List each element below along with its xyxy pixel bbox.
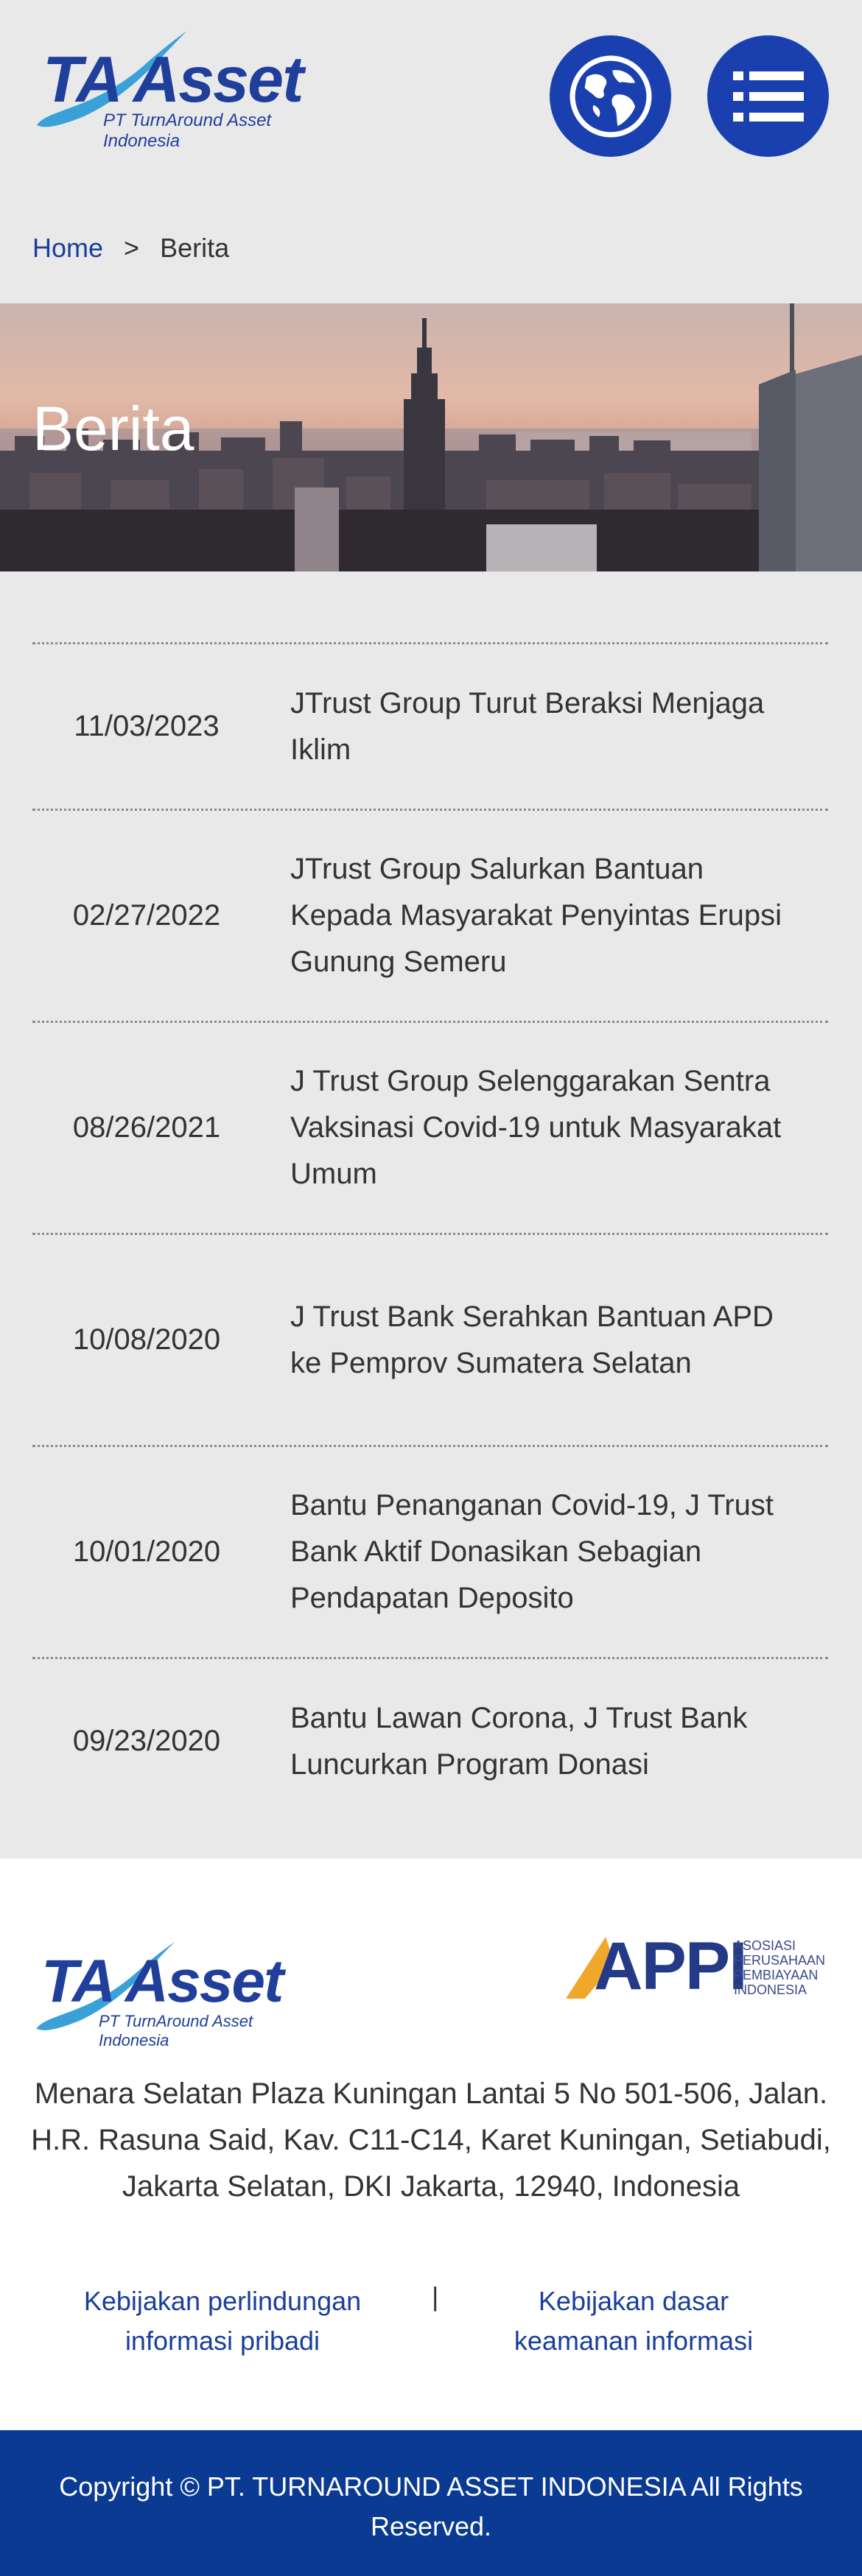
- security-policy-link[interactable]: Kebijakan dasar keamanan informasi: [479, 2281, 788, 2361]
- page-title: Berita: [32, 394, 195, 463]
- news-date: 08/26/2021: [72, 1111, 221, 1144]
- appi-subtitle: ASOSIASI PERUSAHAAN PEMBIAYAAN INDONESIA: [734, 1938, 825, 1997]
- copyright-text: Copyright © PT. TURNAROUND ASSET INDONES…: [59, 2471, 803, 2541]
- breadcrumb-separator: >: [124, 233, 140, 263]
- footer-logo[interactable]: TA Asset PT TurnAround Asset Indonesia: [32, 1929, 312, 2049]
- news-item[interactable]: 11/03/2023 JTrust Group Turut Beraksi Me…: [32, 642, 828, 809]
- breadcrumb: Home > Berita: [32, 233, 229, 264]
- site-logo[interactable]: TA Asset PT TurnAround Asset Indonesia: [32, 22, 327, 151]
- logo-tagline: PT TurnAround Asset Indonesia: [103, 110, 272, 151]
- logo-brand-text: TA Asset: [43, 43, 304, 116]
- news-date: 09/23/2020: [72, 1725, 221, 1757]
- company-address: Menara Selatan Plaza Kuningan Lantai 5 N…: [31, 2077, 831, 2203]
- news-date: 02/27/2022: [72, 899, 221, 932]
- news-title-link[interactable]: J Trust Bank Serahkan Bantuan APD ke Pem…: [290, 1294, 806, 1387]
- menu-list-icon: [732, 71, 804, 122]
- copyright-bar: Copyright © PT. TURNAROUND ASSET INDONES…: [0, 2430, 862, 2576]
- language-button[interactable]: [550, 35, 671, 157]
- privacy-policy-link[interactable]: Kebijakan perlindungan informasi pribadi: [68, 2281, 377, 2361]
- logo-brand-text: TA Asset: [41, 1948, 284, 2015]
- news-title-link[interactable]: Bantu Lawan Corona, J Trust Bank Luncurk…: [290, 1695, 806, 1788]
- appi-line: ASOSIASI: [734, 1938, 796, 1953]
- news-item[interactable]: 10/08/2020 J Trust Bank Serahkan Bantuan…: [32, 1233, 828, 1445]
- breadcrumb-home-link[interactable]: Home: [32, 233, 103, 263]
- appi-line: INDONESIA: [734, 1982, 807, 1997]
- policy-divider: |: [432, 2281, 439, 2312]
- breadcrumb-current: Berita: [160, 233, 230, 263]
- appi-line: PERUSAHAAN: [734, 1953, 826, 1968]
- menu-button[interactable]: [707, 35, 829, 157]
- logo-tagline: PT TurnAround Asset Indonesia: [99, 2012, 253, 2049]
- news-title-link[interactable]: Bantu Penanganan Covid-19, J Trust Bank …: [290, 1482, 806, 1622]
- appi-logo[interactable]: APPI ASOSIASI PERUSAHAAN PEMBIAYAAN INDO…: [563, 1926, 835, 2007]
- news-item[interactable]: 10/01/2020 Bantu Penanganan Covid-19, J …: [32, 1445, 828, 1657]
- news-date: 11/03/2023: [74, 710, 220, 742]
- appi-line: PEMBIAYAAN: [734, 1968, 819, 1982]
- news-title-link[interactable]: J Trust Group Selenggarakan Sentra Vaksi…: [290, 1058, 806, 1197]
- site-header: TA Asset PT TurnAround Asset Indonesia: [0, 0, 862, 184]
- hero-banner: Berita: [0, 303, 862, 571]
- globe-icon: [570, 55, 651, 137]
- news-list: 11/03/2023 JTrust Group Turut Beraksi Me…: [32, 642, 828, 1823]
- news-item[interactable]: 08/26/2021 J Trust Group Selenggarakan S…: [32, 1021, 828, 1233]
- news-title-link[interactable]: JTrust Group Turut Beraksi Menjaga Iklim: [290, 680, 806, 773]
- appi-letters: APPI: [594, 1929, 748, 2004]
- news-item[interactable]: 09/23/2020 Bantu Lawan Corona, J Trust B…: [32, 1657, 828, 1823]
- news-title-link[interactable]: JTrust Group Salurkan Bantuan Kepada Mas…: [290, 846, 806, 985]
- site-footer: TA Asset PT TurnAround Asset Indonesia A…: [0, 1859, 862, 2430]
- news-item[interactable]: 02/27/2022 JTrust Group Salurkan Bantuan…: [32, 809, 828, 1021]
- news-date: 10/08/2020: [72, 1323, 221, 1356]
- news-date: 10/01/2020: [72, 1535, 221, 1568]
